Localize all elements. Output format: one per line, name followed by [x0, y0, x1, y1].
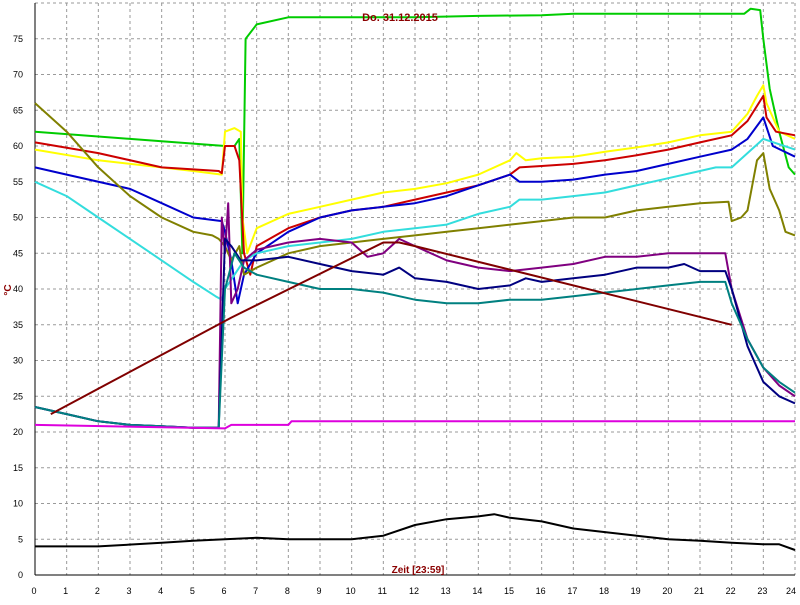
y-tick-label: 70 [13, 70, 23, 80]
y-tick-label: 35 [13, 320, 23, 330]
y-tick-label: 50 [13, 213, 23, 223]
y-tick-label: 0 [18, 570, 23, 580]
x-tick-label: 17 [567, 586, 577, 596]
chart-title: Do. 31.12.2015 [362, 12, 438, 24]
x-tick-label: 3 [126, 586, 131, 596]
x-tick-label: 12 [409, 586, 419, 596]
x-tick-label: 0 [31, 586, 36, 596]
temperature-chart: 0 5 10 15 20 25 30 35 40 45 50 55 60 65 70 75 0 1 2 3 4 5 6 7 8 9… [0, 0, 800, 600]
x-tick-label: 15 [504, 586, 514, 596]
x-tick-label: 21 [694, 586, 704, 596]
x-tick-label: 13 [441, 586, 451, 596]
x-tick-label: 1 [63, 586, 68, 596]
chart-svg: 0510152025303540455055606570750 1 2 3 4 5 6 7 8 9… [3, 2, 796, 596]
x-tick-label: 20 [662, 586, 672, 596]
x-tick-label: 11 [378, 586, 387, 596]
x-tick-label: 14 [472, 586, 482, 596]
x-tick-label: 22 [726, 586, 736, 596]
x-tick-label: 7 [253, 586, 258, 596]
x-axis-label: Zeit [23:59] [392, 565, 445, 576]
x-tick-label: 24 [786, 586, 796, 596]
x-tick-label: 23 [757, 586, 767, 596]
x-tick-label: 19 [631, 586, 641, 596]
x-tick-label: 10 [346, 586, 356, 596]
y-axis-label: °C [3, 284, 14, 295]
x-tick-label: 9 [316, 586, 321, 596]
y-tick-label: 55 [13, 177, 23, 187]
y-tick-label: 10 [13, 499, 23, 509]
x-tick-label: 4 [158, 586, 163, 596]
y-tick-label: 60 [13, 141, 23, 151]
x-tick-label: 2 [95, 586, 100, 596]
x-tick-label: 8 [285, 586, 290, 596]
y-tick-label: 15 [13, 463, 23, 473]
x-tick-label: 5 [190, 586, 195, 596]
x-tick-label: 16 [536, 586, 546, 596]
y-tick-label: 20 [13, 427, 23, 437]
x-tick-label: 6 [221, 586, 226, 596]
y-tick-label: 25 [13, 391, 23, 401]
y-tick-label: 5 [18, 534, 23, 544]
y-tick-label: 45 [13, 248, 23, 258]
y-tick-label: 65 [13, 105, 23, 115]
y-tick-label: 75 [13, 34, 23, 44]
y-tick-label: 30 [13, 356, 23, 366]
x-tick-label: 18 [599, 586, 609, 596]
y-tick-label: 40 [13, 284, 23, 294]
